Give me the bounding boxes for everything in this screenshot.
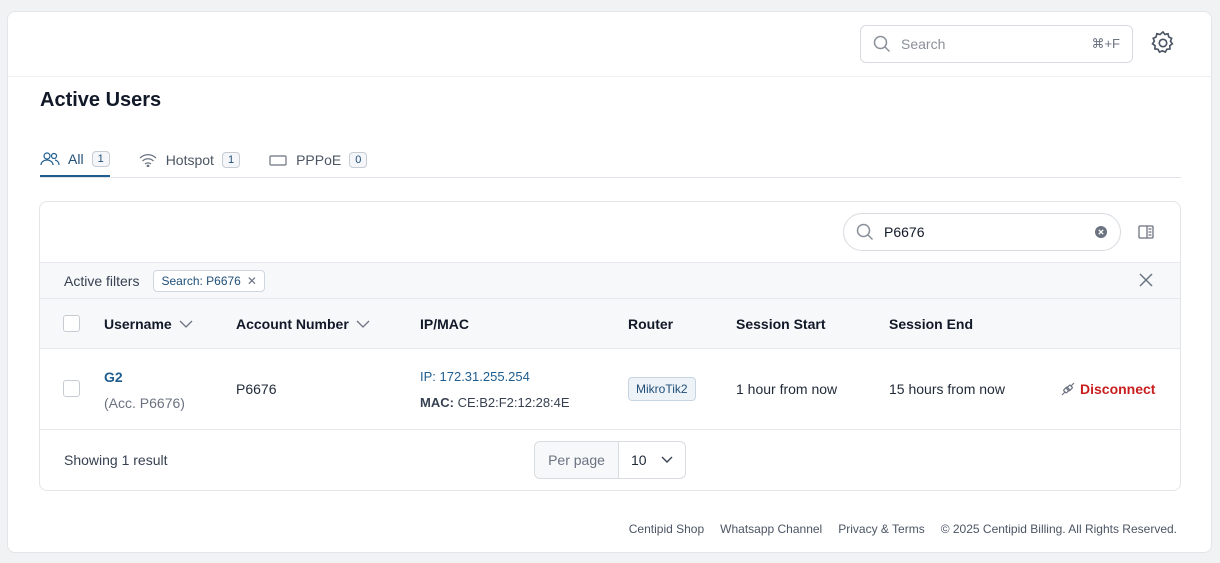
per-page-select[interactable]: Per page 10: [534, 441, 686, 479]
column-router: Router: [628, 316, 674, 332]
search-shortcut: ⌘+F: [1091, 36, 1120, 51]
tab-label: Hotspot: [165, 152, 214, 168]
row-checkbox[interactable]: [63, 380, 80, 397]
top-bar: Search ⌘+F: [8, 12, 1211, 77]
table-footer: Showing 1 result Per page 10: [40, 430, 1180, 490]
account-number: P6676: [236, 381, 277, 397]
search-icon: [856, 223, 874, 241]
wifi-icon: [138, 153, 158, 167]
filter-chip: Search: P6676 ✕: [153, 269, 265, 292]
column-ip-mac: IP/MAC: [420, 316, 469, 332]
active-filters-bar: Active filters Search: P6676 ✕: [40, 263, 1180, 299]
mac-label: MAC:: [420, 395, 454, 410]
column-session-end: Session End: [889, 316, 974, 332]
disconnect-button[interactable]: Disconnect: [1060, 381, 1155, 397]
users-icon: [40, 152, 60, 166]
search-icon: [873, 35, 891, 53]
username-link[interactable]: G2: [104, 369, 123, 385]
tab-all[interactable]: All 1: [40, 145, 110, 177]
table-search-input[interactable]: P6676: [843, 213, 1121, 251]
active-filters-label: Active filters: [64, 272, 140, 289]
tab-count: 1: [91, 151, 110, 167]
chevron-down-icon: [179, 320, 193, 328]
per-page-value-box[interactable]: 10: [619, 442, 685, 478]
account-subtext: (Acc. P6676): [104, 395, 185, 411]
columns-toggle-icon[interactable]: [1137, 223, 1155, 241]
copyright: © 2025 Centipid Billing. All Rights Rese…: [940, 522, 1177, 536]
tab-label: All: [68, 151, 84, 167]
mac-value: CE:B2:F2:12:28:4E: [457, 395, 570, 410]
table-toolbar: P6676: [40, 202, 1180, 263]
column-label: Username: [104, 316, 172, 332]
tab-bar: All 1 Hotspot 1 PPPoE 0: [40, 145, 1181, 178]
session-end: 15 hours from now: [889, 381, 1005, 397]
disconnect-label: Disconnect: [1080, 381, 1156, 397]
page-title: Active Users: [40, 89, 162, 111]
router-badge: MikroTik2: [628, 377, 696, 401]
per-page-value: 10: [631, 452, 647, 468]
table-search-value: P6676: [884, 224, 925, 240]
ethernet-icon: [268, 153, 288, 167]
footer-link-shop[interactable]: Centipid Shop: [629, 522, 704, 536]
column-label: Account Number: [236, 316, 349, 332]
footer-link-privacy[interactable]: Privacy & Terms: [838, 522, 924, 536]
chevron-down-icon: [661, 456, 673, 463]
column-username[interactable]: Username: [104, 316, 194, 332]
mac-address: MAC: CE:B2:F2:12:28:4E: [420, 395, 570, 410]
page-footer: Centipid Shop Whatsapp Channel Privacy &…: [629, 522, 1177, 536]
clear-filters-icon[interactable]: [1138, 272, 1154, 288]
tab-pppoe[interactable]: PPPoE 0: [268, 145, 368, 177]
result-count: Showing 1 result: [64, 452, 168, 468]
tab-count: 1: [221, 152, 241, 168]
per-page-label: Per page: [535, 442, 619, 478]
search-placeholder: Search: [901, 36, 946, 52]
settings-button[interactable]: [1148, 28, 1178, 58]
app-window: Search ⌘+F Active Users All 1 Hotspot 1 …: [7, 11, 1212, 553]
tab-hotspot[interactable]: Hotspot 1: [138, 145, 241, 177]
ip-address[interactable]: IP: 172.31.255.254: [420, 369, 530, 384]
table-row: G2 (Acc. P6676) P6676 IP: 172.31.255.254…: [40, 349, 1180, 430]
remove-filter-icon[interactable]: ✕: [247, 274, 257, 288]
select-all-checkbox[interactable]: [63, 315, 80, 332]
column-session-start: Session Start: [736, 316, 826, 332]
users-table-card: P6676 Active filters Search: P6676 ✕ Use…: [39, 201, 1181, 491]
column-account-number[interactable]: Account Number: [236, 316, 371, 332]
tab-count: 0: [349, 152, 368, 168]
footer-link-whatsapp[interactable]: Whatsapp Channel: [720, 522, 822, 536]
table-header: Username Account Number IP/MAC Router Se…: [40, 299, 1180, 349]
global-search-input[interactable]: Search ⌘+F: [860, 25, 1133, 63]
chevron-down-icon: [356, 320, 370, 328]
tab-label: PPPoE: [296, 152, 342, 168]
gear-icon: [1151, 30, 1174, 54]
clear-search-icon[interactable]: [1094, 225, 1108, 239]
session-start: 1 hour from now: [736, 381, 838, 397]
filter-chip-label: Search: P6676: [161, 273, 241, 288]
unplug-icon: [1061, 382, 1075, 396]
